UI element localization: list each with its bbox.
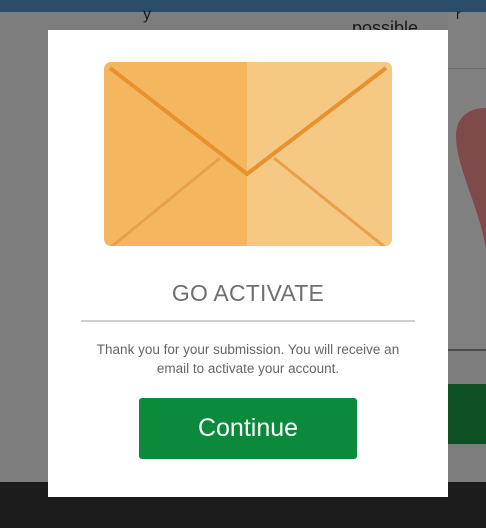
modal-message: Thank you for your submission. You will … — [96, 342, 400, 376]
background-text-fragment: y — [143, 6, 151, 23]
background-button — [448, 384, 486, 444]
background-divider-bottom — [448, 349, 486, 351]
background-text-fragment-right: r — [456, 6, 461, 22]
background-top-bar — [0, 0, 486, 12]
heart-icon — [456, 108, 486, 248]
envelope-icon — [104, 62, 392, 246]
modal-title: GO ACTIVATE — [171, 280, 325, 306]
activation-modal: GO ACTIVATE Thank you for your submissio… — [48, 30, 448, 497]
background-divider — [448, 68, 486, 69]
heart-shape — [456, 108, 486, 248]
envelope-body-right — [247, 62, 392, 246]
title-divider — [81, 320, 415, 322]
continue-button[interactable]: Continue — [139, 398, 357, 459]
